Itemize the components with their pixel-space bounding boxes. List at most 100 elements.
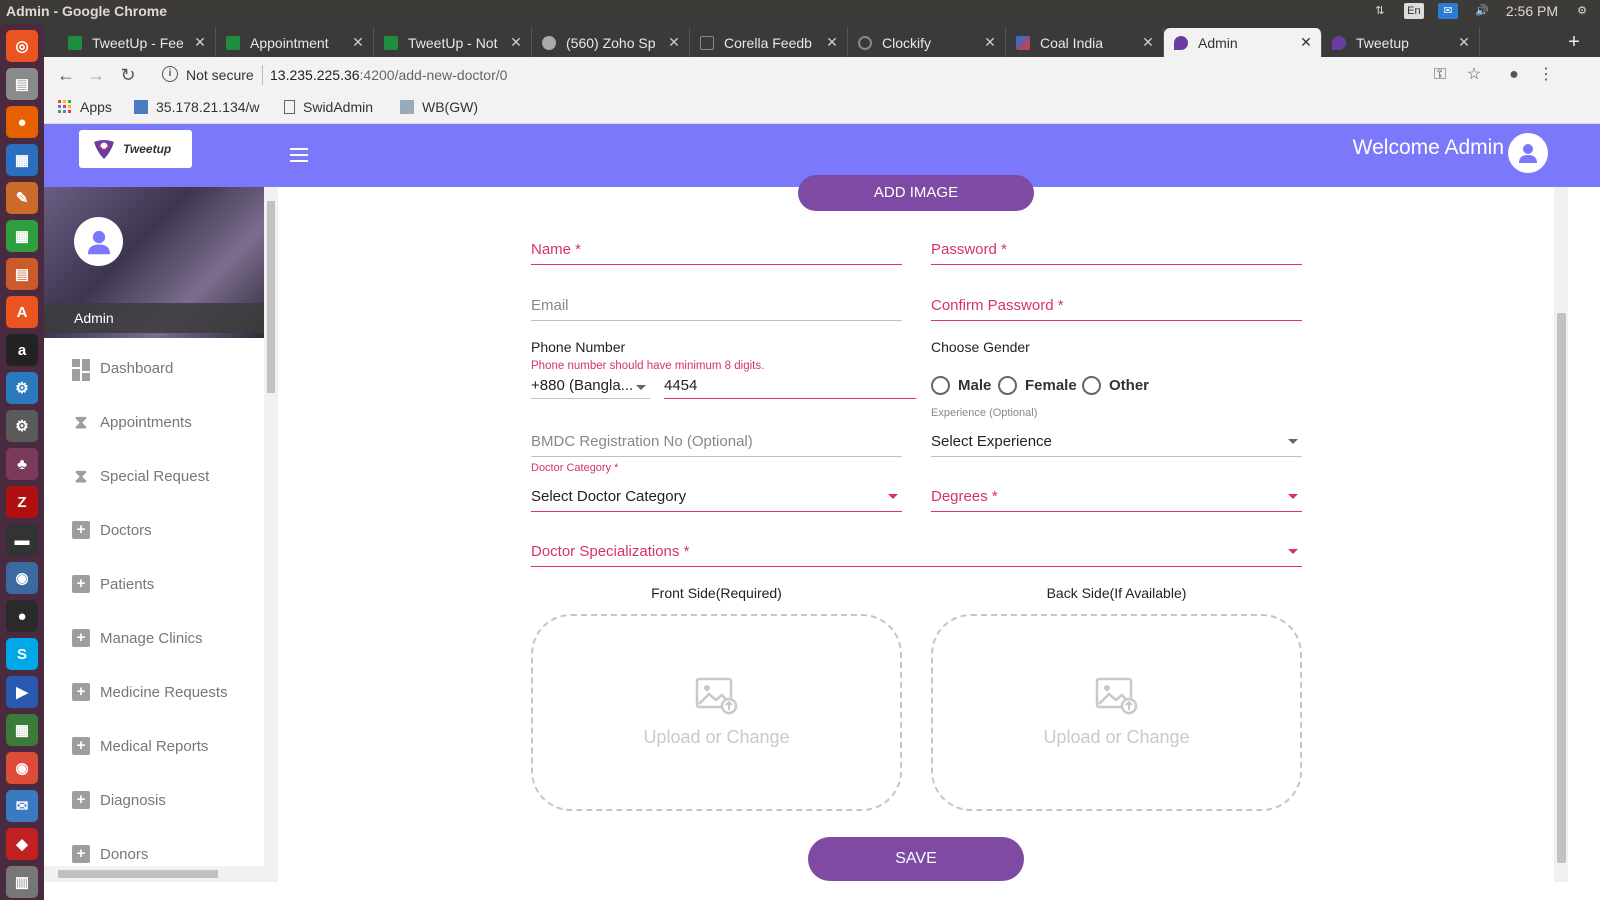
network-icon[interactable]: ⇅: [1370, 3, 1390, 19]
tab-close-icon[interactable]: ✕: [823, 34, 841, 51]
browser-tab[interactable]: (560) Zoho Sp ✕: [532, 28, 690, 57]
main-scroll-thumb[interactable]: [1557, 313, 1566, 863]
menu-icon[interactable]: ⋮: [1536, 65, 1556, 85]
bmdc-field[interactable]: BMDC Registration No (Optional): [531, 427, 902, 457]
profile-avatar-icon[interactable]: [74, 217, 123, 266]
calc-icon[interactable]: ▦: [6, 220, 38, 252]
bookmark-swidadmin[interactable]: SwidAdmin: [284, 99, 373, 115]
volume-icon[interactable]: 🔊: [1472, 3, 1492, 19]
system-settings-icon[interactable]: ⚙: [6, 410, 38, 442]
profile-icon[interactable]: ●: [1504, 65, 1524, 85]
app-logo[interactable]: Tweetup: [79, 130, 192, 168]
country-code-select[interactable]: +880 (Bangla...: [531, 377, 650, 399]
phone-number-input[interactable]: 4454: [664, 377, 916, 399]
hamburger-menu-icon[interactable]: [290, 148, 308, 162]
tab-close-icon[interactable]: ✕: [1455, 34, 1473, 51]
browser-tab[interactable]: Clockify ✕: [848, 28, 1006, 57]
text-editor-icon[interactable]: ✎: [6, 182, 38, 214]
sidebar-scrollbar[interactable]: [264, 187, 278, 882]
address-bar[interactable]: 13.235.225.36:4200/add-new-doctor/0: [270, 67, 507, 83]
specializations-select[interactable]: Doctor Specializations *: [531, 537, 1302, 567]
tab-close-icon[interactable]: ✕: [191, 34, 209, 51]
impress-icon[interactable]: ▤: [6, 258, 38, 290]
tab-close-icon[interactable]: ✕: [507, 34, 525, 51]
settings-icon[interactable]: ⚙: [1572, 3, 1592, 19]
sidebar-item-medicine-requests[interactable]: + Medicine Requests: [44, 665, 264, 719]
radio-circle-icon[interactable]: [931, 376, 950, 395]
video-editor-icon[interactable]: ▬: [6, 524, 38, 556]
save-button[interactable]: SAVE: [808, 837, 1024, 881]
media-player-icon[interactable]: ▶: [6, 676, 38, 708]
radio-circle-icon[interactable]: [1082, 376, 1101, 395]
security-indicator[interactable]: Not secure: [186, 67, 254, 83]
user-avatar-icon[interactable]: [1508, 133, 1548, 173]
browser-tab[interactable]: Appointment ✕: [216, 28, 374, 57]
game-icon[interactable]: ♣: [6, 448, 38, 480]
clock[interactable]: 2:56 PM: [1506, 3, 1558, 19]
browser-tab-active[interactable]: Admin ✕: [1164, 28, 1322, 57]
browser-tab[interactable]: Coal India ✕: [1006, 28, 1164, 57]
filezilla-icon[interactable]: Z: [6, 486, 38, 518]
tool-icon[interactable]: ⚙: [6, 372, 38, 404]
tab-close-icon[interactable]: ✕: [1297, 34, 1315, 51]
sidebar-item-manage-clinics[interactable]: + Manage Clinics: [44, 611, 264, 665]
experience-select[interactable]: Experience (Optional) Select Experience: [931, 407, 1302, 457]
front-side-upload[interactable]: Upload or Change: [531, 614, 902, 811]
amazon-icon[interactable]: a: [6, 334, 38, 366]
gender-radio-other[interactable]: Other: [1082, 376, 1149, 395]
tab-close-icon[interactable]: ✕: [1139, 34, 1157, 51]
browser-tab[interactable]: Tweetup ✕: [1322, 28, 1480, 57]
browser-tab[interactable]: TweetUp - Not ✕: [374, 28, 532, 57]
chrome-icon[interactable]: ◉: [6, 752, 38, 784]
sidebar-item-special-request[interactable]: ⧗ Special Request: [44, 449, 264, 503]
sidebar-item-diagnosis[interactable]: + Diagnosis: [44, 773, 264, 827]
sidebar-item-dashboard[interactable]: Dashboard: [44, 341, 264, 395]
main-scrollbar[interactable]: [1554, 187, 1568, 882]
thunderbird-icon[interactable]: ✉: [6, 790, 38, 822]
sidebar-item-doctors[interactable]: + Doctors: [44, 503, 264, 557]
firefox-icon[interactable]: ●: [6, 106, 38, 138]
dash-icon[interactable]: ◎: [6, 30, 38, 62]
sidebar-scroll-thumb[interactable]: [267, 201, 275, 393]
browser-tab[interactable]: TweetUp - Fee ✕: [58, 28, 216, 57]
password-field[interactable]: Password *: [931, 235, 1302, 265]
tab-close-icon[interactable]: ✕: [349, 34, 367, 51]
radio-circle-icon[interactable]: [998, 376, 1017, 395]
star-icon[interactable]: ☆: [1464, 65, 1484, 85]
key-icon[interactable]: ⚿: [1430, 65, 1450, 85]
software-center-icon[interactable]: A: [6, 296, 38, 328]
back-side-upload[interactable]: Upload or Change: [931, 614, 1302, 811]
doctor-category-select[interactable]: Doctor Category * Select Doctor Category: [531, 462, 902, 512]
browser-tab[interactable]: Corella Feedb ✕: [690, 28, 848, 57]
bookmark-ip[interactable]: 35.178.21.134/w: [134, 99, 260, 115]
camera-icon[interactable]: ●: [6, 600, 38, 632]
add-image-button[interactable]: ADD IMAGE: [798, 175, 1034, 211]
keyboard-lang-indicator[interactable]: En: [1403, 3, 1424, 19]
degrees-select[interactable]: Degrees *: [931, 482, 1302, 512]
info-icon[interactable]: i: [162, 66, 178, 82]
forward-icon[interactable]: →: [86, 65, 106, 85]
app-icon[interactable]: ▦: [6, 714, 38, 746]
pdf-icon[interactable]: ◆: [6, 828, 38, 860]
confirm-password-field[interactable]: Confirm Password *: [931, 291, 1302, 321]
files-icon[interactable]: ▤: [6, 68, 38, 100]
writer-icon[interactable]: ▦: [6, 144, 38, 176]
new-tab-button[interactable]: +: [1562, 30, 1586, 54]
name-field[interactable]: Name *: [531, 235, 902, 265]
bookmark-wb[interactable]: WB(GW): [400, 99, 478, 115]
bookmark-apps[interactable]: Apps: [58, 99, 112, 115]
sidebar-item-medical-reports[interactable]: + Medical Reports: [44, 719, 264, 773]
sidebar-item-patients[interactable]: + Patients: [44, 557, 264, 611]
horizontal-scroll-thumb[interactable]: [58, 870, 218, 878]
back-icon[interactable]: ←: [56, 65, 76, 85]
email-field[interactable]: Email: [531, 291, 902, 321]
tab-close-icon[interactable]: ✕: [665, 34, 683, 51]
gender-radio-male[interactable]: Male: [931, 376, 991, 395]
reload-icon[interactable]: ↻: [118, 65, 138, 85]
sidebar-horizontal-scrollbar[interactable]: [44, 866, 264, 882]
screenshot-icon[interactable]: ◉: [6, 562, 38, 594]
tab-close-icon[interactable]: ✕: [981, 34, 999, 51]
skype-icon[interactable]: S: [6, 638, 38, 670]
gender-radio-female[interactable]: Female: [998, 376, 1077, 395]
trash-icon[interactable]: ▥: [6, 866, 38, 898]
